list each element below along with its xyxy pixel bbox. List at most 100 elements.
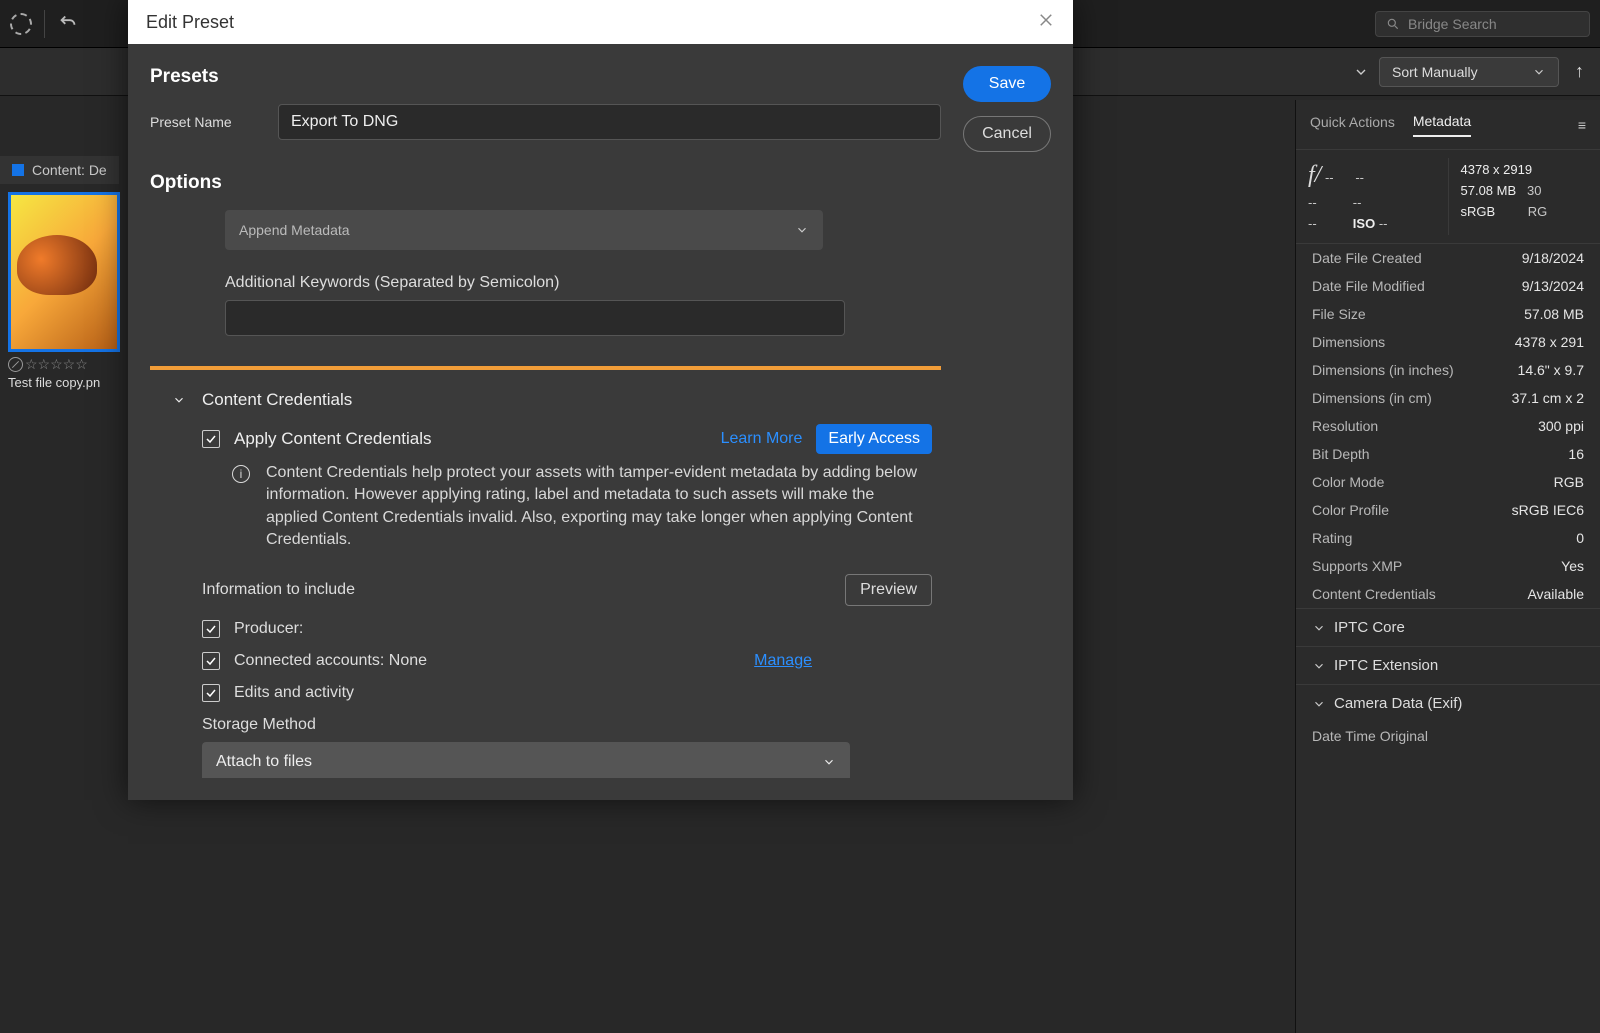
content-credentials-title: Content Credentials (202, 390, 352, 410)
thumbnail-subject (17, 235, 97, 295)
producer-checkbox[interactable] (202, 620, 220, 638)
metadata-row: Dimensions (in inches)14.6" x 9.7 (1296, 356, 1600, 384)
metadata-value: 16 (1568, 446, 1584, 462)
section-label: IPTC Extension (1334, 657, 1438, 674)
learn-more-link[interactable]: Learn More (721, 430, 803, 448)
undo-icon[interactable] (57, 11, 79, 36)
chevron-down-icon (1312, 621, 1326, 635)
options-header: Options (150, 172, 941, 194)
chevron-down-icon[interactable] (1353, 64, 1369, 80)
cancel-button[interactable]: Cancel (963, 116, 1051, 152)
producer-label: Producer: (234, 620, 303, 638)
metadata-value: 37.1 cm x 2 (1512, 390, 1584, 406)
metadata-row: Bit Depth16 (1296, 440, 1600, 468)
thumbnail[interactable] (8, 192, 120, 352)
metadata-key: Date File Modified (1312, 278, 1522, 294)
chevron-down-icon (822, 755, 836, 769)
append-metadata-dropdown[interactable]: Append Metadata (225, 210, 823, 250)
dialog-content: Presets Preset Name Options Append Metad… (150, 66, 941, 778)
early-access-badge: Early Access (816, 424, 932, 454)
metadata-row: Supports XMPYes (1296, 552, 1600, 580)
metadata-section-header[interactable]: Camera Data (Exif) (1296, 684, 1600, 722)
metadata-key: Dimensions (in inches) (1312, 362, 1518, 378)
metadata-row: Dimensions4378 x 291 (1296, 328, 1600, 356)
content-credentials-section: Content Credentials Apply Content Creden… (150, 366, 941, 778)
chevron-down-icon (1312, 659, 1326, 673)
metadata-value: RGB (1554, 474, 1584, 490)
metadata-value: 9/13/2024 (1522, 278, 1584, 294)
apply-cc-checkbox[interactable] (202, 430, 220, 448)
metadata-key: File Size (1312, 306, 1524, 322)
metadata-row: Content CredentialsAvailable (1296, 580, 1600, 608)
metadata-section-header[interactable]: IPTC Core (1296, 608, 1600, 646)
sort-direction-button[interactable]: ↑ (1569, 57, 1590, 86)
storage-method-label: Storage Method (202, 716, 932, 734)
square-icon (12, 164, 24, 176)
metadata-value: 14.6" x 9.7 (1518, 362, 1584, 378)
append-metadata-label: Append Metadata (239, 222, 350, 238)
metadata-row: Rating0 (1296, 524, 1600, 552)
content-label: Content: De (32, 162, 107, 178)
metadata-row: Resolution300 ppi (1296, 412, 1600, 440)
metadata-panel: Quick Actions Metadata ≡ f/ -- -- -- -- … (1295, 100, 1600, 1033)
metadata-key: Dimensions (1312, 334, 1515, 350)
manage-link[interactable]: Manage (754, 652, 812, 670)
search-input[interactable]: Bridge Search (1375, 11, 1590, 37)
connected-accounts-checkbox[interactable] (202, 652, 220, 670)
dialog-title: Edit Preset (146, 12, 234, 33)
metadata-key: Color Profile (1312, 502, 1512, 518)
metadata-row: Color ProfilesRGB IEC6 (1296, 496, 1600, 524)
preview-button[interactable]: Preview (845, 574, 932, 606)
metadata-key: Content Credentials (1312, 586, 1527, 602)
reject-icon[interactable] (8, 357, 23, 372)
presets-header: Presets (150, 66, 941, 88)
content-panel-tab[interactable]: Content: De (0, 156, 119, 184)
metadata-value: 9/18/2024 (1522, 250, 1584, 266)
chevron-down-icon (1312, 697, 1326, 711)
storage-method-value: Attach to files (216, 753, 312, 771)
metadata-key: Date File Created (1312, 250, 1522, 266)
tab-quick-actions[interactable]: Quick Actions (1310, 114, 1395, 136)
metadata-value: 4378 x 291 (1515, 334, 1584, 350)
section-label: IPTC Core (1334, 619, 1405, 636)
tab-metadata[interactable]: Metadata (1413, 113, 1471, 137)
dialog-buttons: Save Cancel (961, 66, 1053, 778)
edits-activity-label: Edits and activity (234, 684, 354, 702)
metadata-row: Date Time Original (1296, 722, 1600, 750)
metadata-key: Rating (1312, 530, 1576, 546)
preset-name-input[interactable] (278, 104, 941, 140)
sort-dropdown[interactable]: Sort Manually (1379, 57, 1559, 87)
panel-menu-icon[interactable]: ≡ (1578, 117, 1586, 133)
content-credentials-header[interactable]: Content Credentials (172, 390, 932, 410)
metadata-value: 57.08 MB (1524, 306, 1584, 322)
edit-preset-dialog: Edit Preset Presets Preset Name Options … (128, 0, 1073, 800)
thumbnail-filename: Test file copy.pn (8, 375, 126, 390)
storage-method-dropdown[interactable]: Attach to files (202, 742, 850, 778)
sort-label: Sort Manually (1392, 64, 1478, 80)
metadata-row: Date File Created9/18/2024 (1296, 244, 1600, 272)
connected-accounts-label: Connected accounts: None (234, 652, 427, 670)
metadata-key: Color Mode (1312, 474, 1554, 490)
content-browser: ☆☆☆☆☆ Test file copy.pn (8, 192, 126, 390)
separator (44, 10, 45, 38)
metadata-key: Bit Depth (1312, 446, 1568, 462)
edits-activity-checkbox[interactable] (202, 684, 220, 702)
app-logo-icon (10, 13, 32, 35)
close-icon[interactable] (1037, 11, 1055, 34)
save-button[interactable]: Save (963, 66, 1051, 102)
metadata-row: Color ModeRGB (1296, 468, 1600, 496)
additional-keywords-input[interactable] (225, 300, 845, 336)
metadata-key: Dimensions (in cm) (1312, 390, 1512, 406)
metadata-row: File Size57.08 MB (1296, 300, 1600, 328)
search-placeholder: Bridge Search (1408, 16, 1497, 32)
chevron-down-icon (172, 393, 186, 407)
preset-name-label: Preset Name (150, 114, 260, 130)
rating-stars[interactable]: ☆☆☆☆☆ (8, 356, 126, 373)
metadata-readout: f/ -- -- -- -- -- ISO -- 4378 x 2919 57.… (1296, 150, 1600, 244)
section-label: Camera Data (Exif) (1334, 695, 1462, 712)
metadata-value: Available (1527, 586, 1584, 602)
info-icon: i (232, 465, 250, 483)
metadata-value: 300 ppi (1538, 418, 1584, 434)
fstop-label: f/ (1308, 162, 1321, 188)
metadata-section-header[interactable]: IPTC Extension (1296, 646, 1600, 684)
